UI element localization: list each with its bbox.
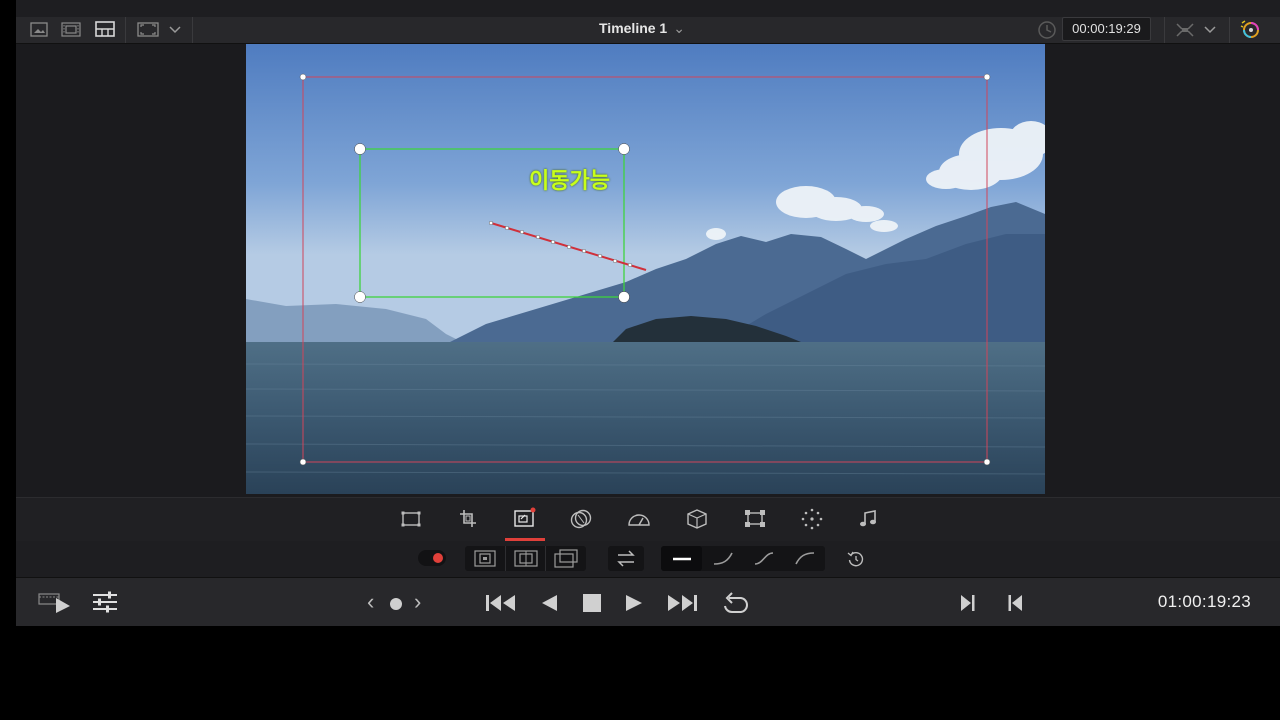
3d-box-icon[interactable] (685, 508, 709, 530)
color-wheel-icon[interactable] (1240, 19, 1262, 41)
source-timecode[interactable]: 00:00:19:29 (1062, 17, 1151, 41)
zoom-fit-icon[interactable] (1174, 21, 1196, 39)
start-frame-handle-tr[interactable] (618, 143, 630, 155)
end-frame-handle-tl[interactable] (299, 73, 307, 81)
start-frame-handle-tl[interactable] (354, 143, 366, 155)
record-dot-icon (433, 553, 443, 563)
viewer: 이동가능 (16, 44, 1280, 497)
chevron-down-icon: ⌄ (673, 20, 685, 36)
start-frame-icon[interactable] (474, 550, 496, 567)
swap-button[interactable] (608, 546, 644, 571)
viewer-top-bar: Timeline 1 ⌄ 00:00:19:29 (16, 17, 1280, 44)
mark-out-icon[interactable] (1007, 594, 1023, 612)
settings-sliders-icon[interactable] (92, 591, 118, 613)
image-icon[interactable] (30, 22, 48, 37)
speed-icon[interactable] (627, 510, 651, 528)
timeline-title[interactable]: Timeline 1 ⌄ (599, 20, 685, 37)
ease-in-icon[interactable] (713, 551, 733, 566)
start-frame-handle-bl[interactable] (354, 291, 366, 303)
play-icon[interactable] (625, 594, 643, 612)
smart-reframe-icon[interactable] (801, 508, 823, 530)
ease-out-icon[interactable] (795, 551, 815, 566)
divider (125, 17, 126, 43)
chevron-down-icon[interactable] (1204, 25, 1216, 34)
divider (1164, 17, 1165, 43)
end-frame-handle-bl[interactable] (299, 458, 307, 466)
dynamic-zoom-icon[interactable] (513, 507, 537, 529)
dynamic-zoom-options-bar (16, 541, 1280, 576)
opentfx-icon[interactable] (570, 508, 592, 530)
zoom-window-icon[interactable] (514, 550, 538, 567)
crop-icon[interactable] (459, 509, 477, 528)
linear-ease-icon (673, 557, 691, 561)
overlay-annotation-text: 이동가능 (529, 169, 610, 194)
transform-tools-bar (16, 497, 1280, 542)
keyframe-dot-icon[interactable] (390, 598, 402, 610)
transport-bar: ‹ › 01:00:19:23 (16, 577, 1280, 626)
dynamic-zoom-overlay[interactable] (16, 44, 1280, 497)
prev-keyframe-button[interactable]: ‹ (367, 589, 374, 615)
loop-icon[interactable] (719, 591, 749, 615)
start-frame-handle-br[interactable] (618, 291, 630, 303)
chevron-down-icon[interactable] (169, 25, 181, 34)
mark-in-icon[interactable] (960, 594, 976, 612)
ease-in-out-icon[interactable] (754, 551, 774, 566)
filmstrip-icon[interactable] (61, 22, 81, 37)
app-window: Timeline 1 ⌄ 00:00:19:29 이동가능 ‹ › 01:00:… (16, 0, 1280, 626)
cinema-viewer-icon[interactable] (38, 591, 72, 613)
divider (545, 546, 546, 571)
end-frame-handle-tr[interactable] (983, 73, 991, 81)
stop-icon[interactable] (583, 594, 601, 612)
divider (1229, 17, 1230, 43)
transform-icon[interactable] (401, 511, 421, 527)
end-frame-icon[interactable] (554, 549, 578, 568)
linear-ease-button[interactable] (661, 546, 702, 571)
easing-group (661, 546, 825, 571)
record-timecode[interactable]: 01:00:19:23 (1158, 592, 1251, 612)
swap-icon (617, 550, 635, 567)
viewer-size-icon[interactable] (137, 22, 159, 37)
divider (505, 546, 506, 571)
play-reverse-icon[interactable] (540, 594, 558, 612)
divider (192, 17, 193, 43)
zoom-mode-group (465, 546, 586, 571)
clock-icon[interactable] (1037, 20, 1057, 40)
record-toggle[interactable] (418, 550, 446, 566)
end-frame-handle-br[interactable] (983, 458, 991, 466)
stabilize-icon[interactable] (744, 509, 766, 528)
audio-icon[interactable] (859, 509, 877, 528)
timeline-title-label: Timeline 1 (599, 20, 668, 36)
grid-layout-icon[interactable] (95, 21, 115, 37)
go-to-start-icon[interactable] (485, 594, 517, 612)
go-to-end-icon[interactable] (666, 594, 698, 612)
reset-icon[interactable] (847, 550, 865, 568)
next-keyframe-button[interactable]: › (414, 589, 421, 615)
